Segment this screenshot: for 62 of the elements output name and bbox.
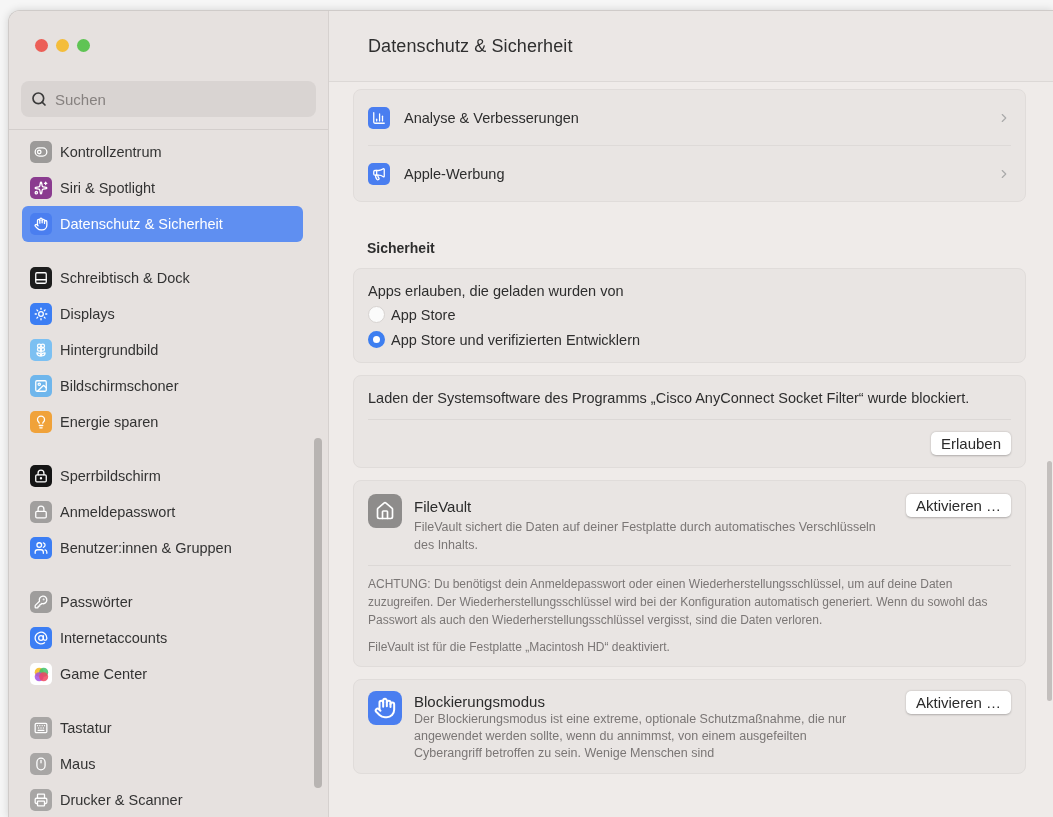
keyboard-icon: [30, 717, 52, 739]
sidebar-item[interactable]: Passwörter: [22, 584, 303, 620]
mouse-icon: [30, 753, 52, 775]
search-field[interactable]: Suchen: [21, 81, 316, 117]
scrollbar[interactable]: [1047, 461, 1052, 701]
hand-icon: [368, 691, 402, 725]
dock-icon: [30, 267, 52, 289]
flower-icon: [30, 339, 52, 361]
sidebar-item[interactable]: Hintergrundbild: [22, 332, 303, 368]
warning-text: ACHTUNG: Du benötigst dein Anmeldepasswort oder einen Wiederherstellungsschlüssel, um auf deine Daten zuzugreifen. Der Wiederherstellungsschlüssel wird bei der Konfiguration automatisch generiert. Wenn du sowohl das Passwort als auch den Wiederherstellungsschlüssel vergisst, sind die Daten verloren.: [368, 576, 989, 629]
sidebar-item[interactable]: Drucker & Scanner: [22, 782, 303, 817]
sidebar-item[interactable]: Displays: [22, 296, 303, 332]
blocked-message: Laden der Systemsoftware des Programms „Cisco AnyConnect Socket Filter“ wurde blockiert.: [368, 389, 971, 408]
scrollbar[interactable]: [314, 438, 322, 788]
key-icon: [30, 591, 52, 613]
padlock-icon: [30, 501, 52, 523]
users-icon: [30, 537, 52, 559]
lock-icon: [30, 465, 52, 487]
sidebar-item[interactable]: Game Center: [22, 656, 303, 692]
sidebar-item[interactable]: Maus: [22, 746, 303, 782]
picture-icon: [30, 375, 52, 397]
house-icon: [368, 494, 402, 528]
settings-row[interactable]: Apple-Werbung: [368, 145, 1011, 201]
hand-icon: [30, 213, 52, 235]
zoom-button[interactable]: [77, 39, 90, 52]
lightbulb-icon: [30, 411, 52, 433]
sidebar-item[interactable]: Tastatur: [22, 710, 303, 746]
toggle-icon: [30, 141, 52, 163]
sun-icon: [30, 303, 52, 325]
sidebar-item[interactable]: Bildschirmschoner: [22, 368, 303, 404]
radio-option[interactable]: App Store und verifizierten Entwicklern: [368, 327, 1011, 352]
close-button[interactable]: [35, 39, 48, 52]
allow-button[interactable]: Erlauben: [930, 432, 1011, 455]
feature-description: FileVault sichert die Daten auf deiner Festplatte durch automatisches Verschlüsseln des Inhalts.: [414, 519, 877, 554]
feature-title: FileVault: [414, 498, 473, 515]
option-label: Apps erlauben, die geladen wurden von: [368, 282, 625, 301]
sidebar-item[interactable]: Siri & Spotlight: [22, 170, 303, 206]
feature-title: Blockierungsmodus: [414, 693, 546, 710]
feature-description: Der Blockierungsmodus ist eine extreme, optionale Schutzmaßnahme, die nur angewendet werden sollte, wenn du annimmst, von einem ausgefeilten Cyberangriff betroffen zu sein. Wenige Menschen sind: [414, 711, 848, 762]
sidebar-item[interactable]: Internetaccounts: [22, 620, 303, 656]
sidebar-item[interactable]: Benutzer:innen & Gruppen: [22, 530, 303, 566]
bubbles-icon: [30, 663, 52, 685]
status-text: FileVault ist für die Festplatte „Macintosh HD“ deaktiviert.: [368, 639, 671, 656]
activate-button[interactable]: Aktivieren …: [905, 494, 1011, 517]
search-icon: [31, 91, 47, 107]
sparkle-icon: [30, 177, 52, 199]
minimize-button[interactable]: [56, 39, 69, 52]
radio-option[interactable]: App Store: [368, 302, 1011, 327]
sidebar-item[interactable]: Sperrbildschirm: [22, 458, 303, 494]
section-heading: Sicherheit: [367, 240, 436, 256]
settings-row[interactable]: Analyse & Verbesserungen: [368, 90, 1011, 145]
activate-button[interactable]: Aktivieren …: [905, 691, 1011, 714]
megaphone-icon: [368, 162, 390, 185]
sidebar-item[interactable]: Energie sparen: [22, 404, 303, 440]
radio-button[interactable]: [368, 331, 385, 348]
at-sign-icon: [30, 627, 52, 649]
sidebar-item[interactable]: Schreibtisch & Dock: [22, 260, 303, 296]
sidebar-item[interactable]: Anmeldepasswort: [22, 494, 303, 530]
bar-chart-icon: [368, 106, 390, 129]
window-title: Datenschutz & Sicherheit: [368, 35, 573, 57]
sidebar-item[interactable]: Kontrollzentrum: [22, 134, 303, 170]
printer-icon: [30, 789, 52, 811]
